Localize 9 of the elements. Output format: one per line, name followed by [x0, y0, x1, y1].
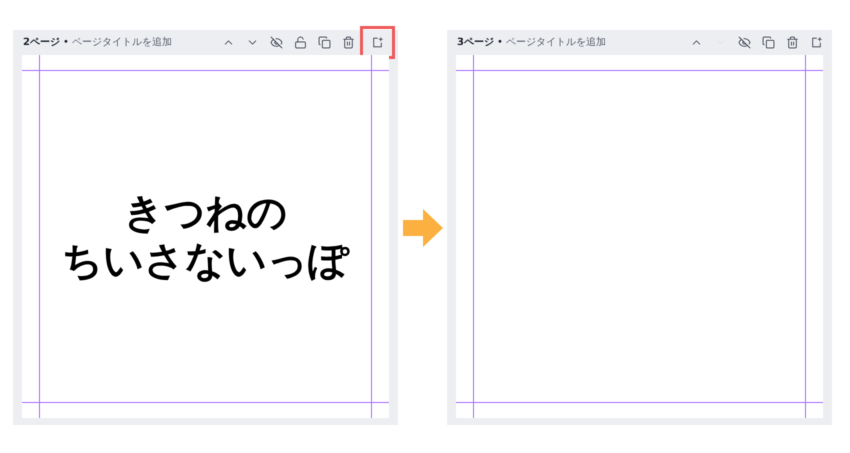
separator-dot: •: [496, 36, 503, 50]
page-number: 3ページ: [457, 36, 494, 50]
heading-text: きつねの: [124, 188, 288, 236]
page-title-placeholder[interactable]: ページタイトルを追加: [72, 35, 172, 50]
page-number: 2ページ: [23, 36, 60, 50]
heading-text: ちいさないっぽ: [62, 236, 349, 284]
page-title-placeholder[interactable]: ページタイトルを追加: [506, 35, 606, 50]
arrow-icon: [402, 208, 442, 246]
separator-dot: •: [62, 36, 69, 50]
